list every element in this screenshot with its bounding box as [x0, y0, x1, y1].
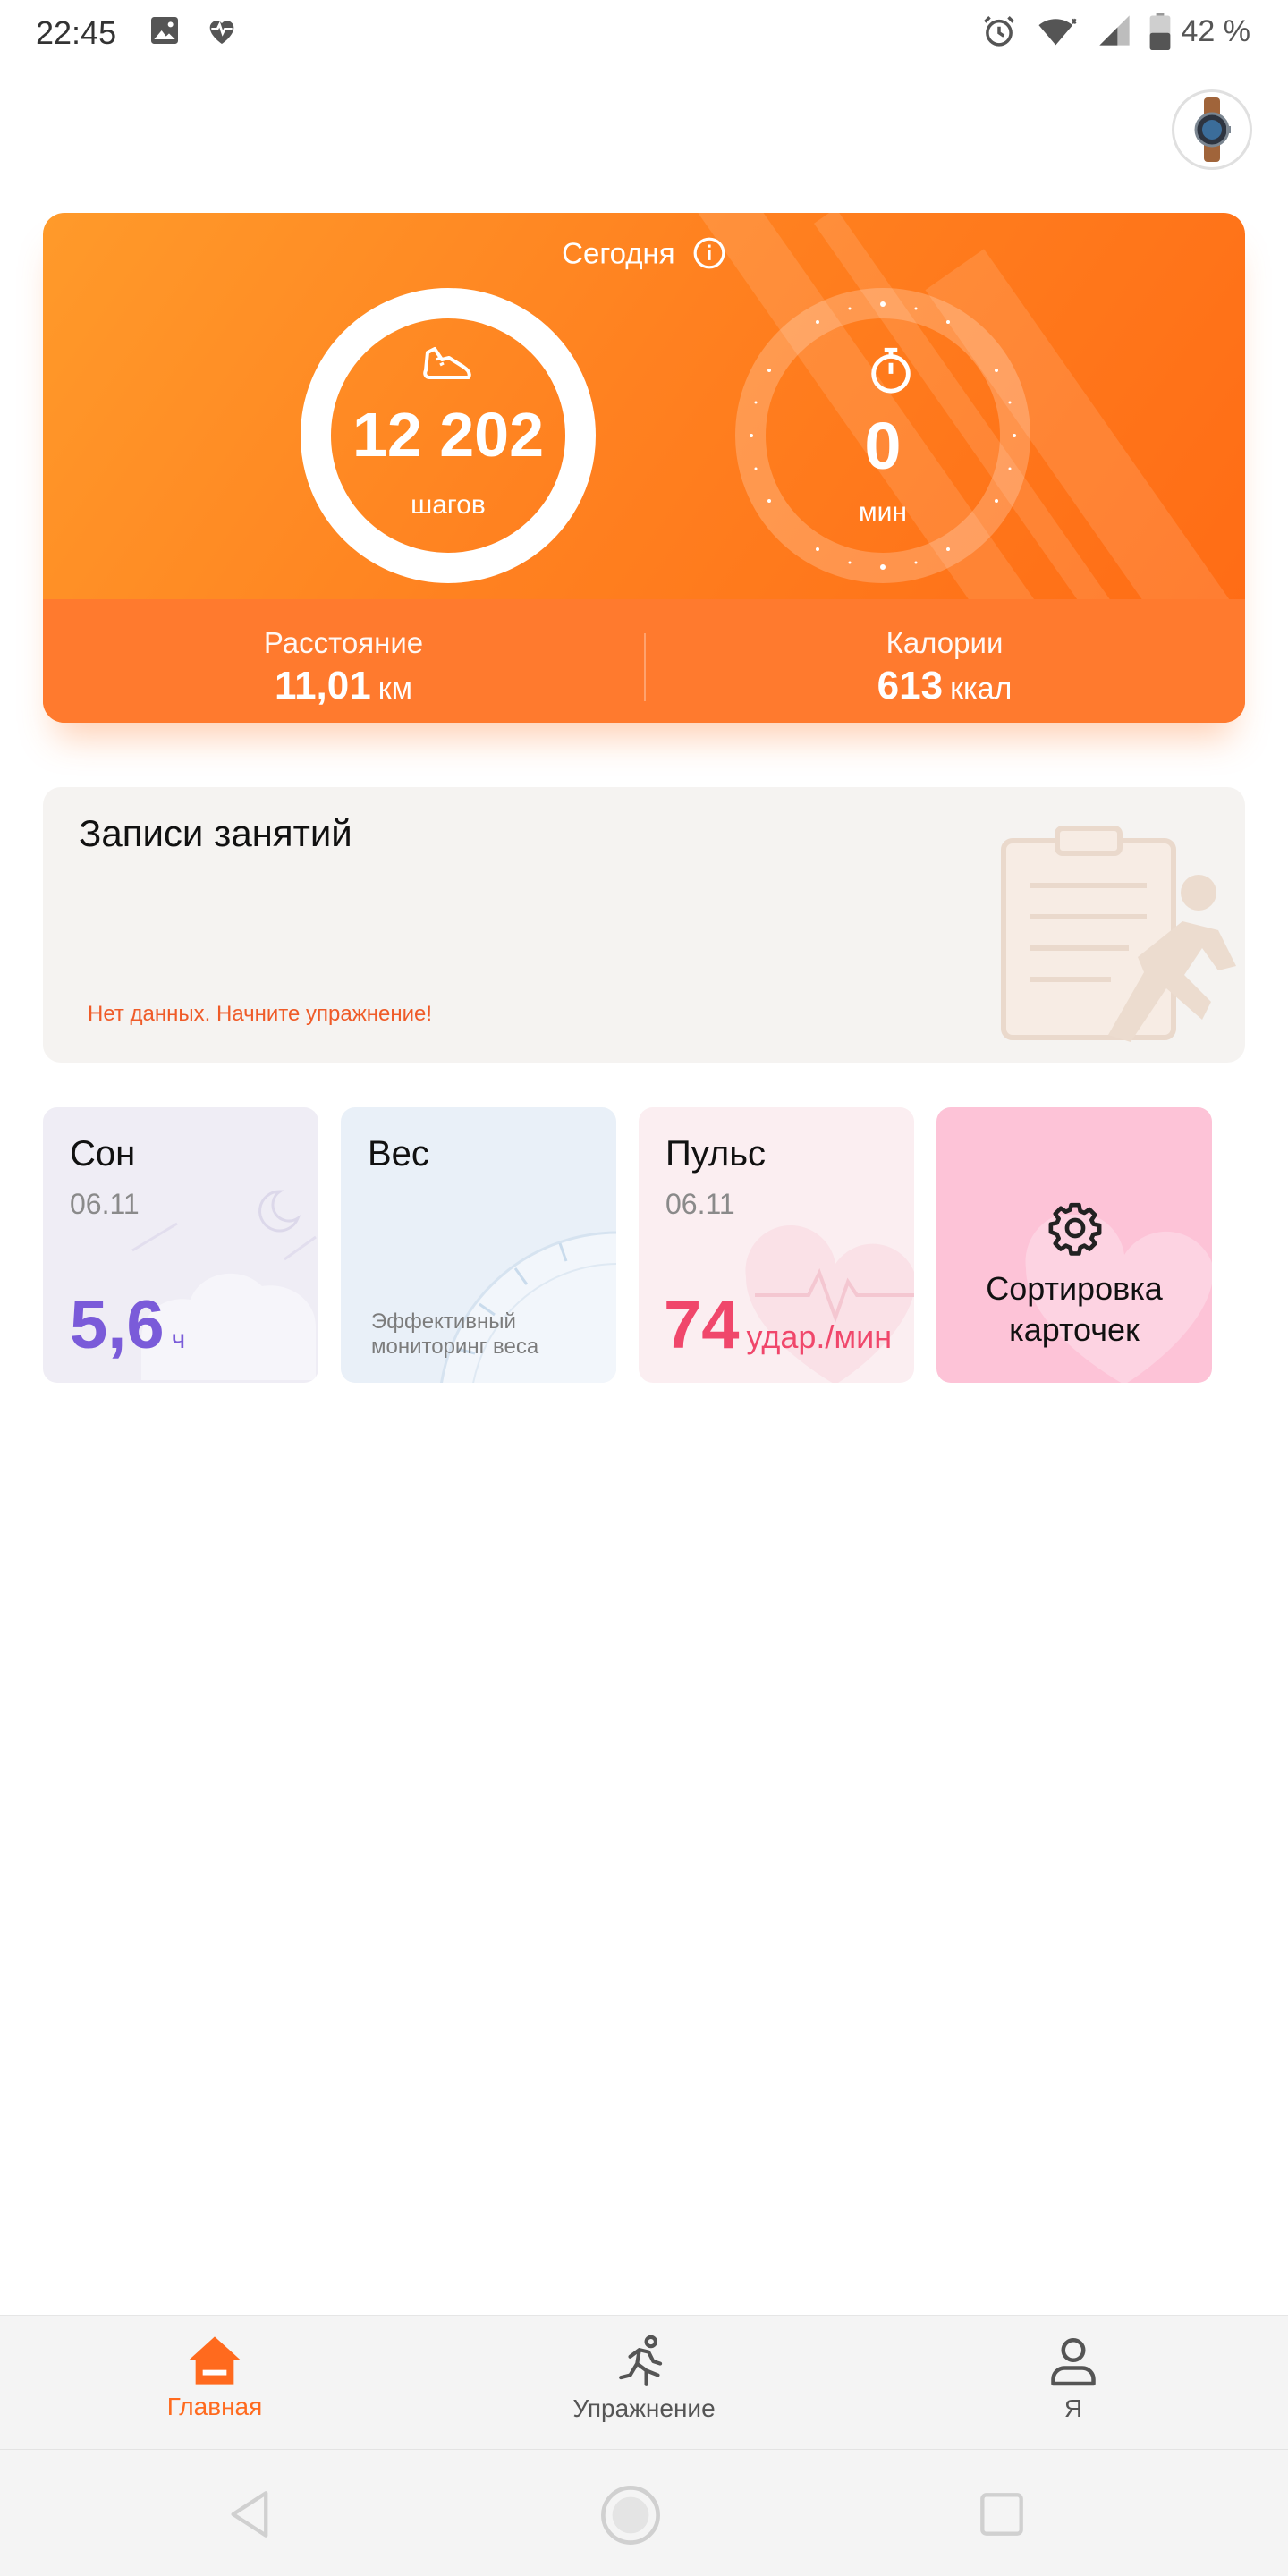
active-minutes-unit: мин — [859, 497, 907, 527]
pulse-unit: удар./мин — [746, 1318, 893, 1355]
stopwatch-icon — [871, 347, 911, 394]
wifi-icon — [1036, 13, 1079, 55]
home-icon — [188, 2336, 242, 2385]
distance-label: Расстояние — [263, 626, 424, 659]
back-icon[interactable] — [227, 2489, 274, 2539]
exercise-records-card[interactable]: Записи занятий Нет данных. Начните упраж… — [43, 787, 1245, 1063]
today-title-label: Сегодня — [562, 236, 675, 270]
nav-item-exercise[interactable]: Упражнение — [510, 2334, 778, 2423]
profile-icon — [1051, 2338, 1096, 2386]
alarm-icon — [980, 13, 1018, 55]
records-title: Записи занятий — [79, 812, 352, 854]
calories-value: 613 — [877, 664, 944, 708]
sort-label-line2: карточек — [1009, 1311, 1140, 1348]
today-summary-bar: Расстояние 11,01 км Калории 613 ккал — [43, 599, 1245, 723]
steps-unit: шагов — [411, 490, 486, 520]
sort-cards-label: Сортировка карточек — [936, 1268, 1212, 1351]
steps-value: 12 202 — [352, 400, 545, 470]
steps-ring[interactable]: 12 202 шагов — [301, 288, 596, 583]
distance-value-row: 11,01 км — [43, 664, 644, 708]
distance-unit: км — [377, 672, 412, 706]
active-minutes-ring[interactable]: 0 мин — [735, 288, 1030, 583]
distance-value: 11,01 — [275, 664, 371, 708]
weight-title: Вес — [368, 1134, 429, 1174]
calories-label: Калории — [886, 626, 1004, 659]
sleep-title: Сон — [70, 1134, 136, 1174]
battery-icon — [1148, 13, 1172, 55]
gear-icon — [1048, 1202, 1102, 1256]
recents-icon[interactable] — [979, 2491, 1025, 2538]
nav-label-me: Я — [1063, 2394, 1083, 2422]
sleep-value: 5,6 — [70, 1287, 165, 1363]
distance-stat: Расстояние 11,01 км — [43, 626, 644, 708]
records-empty-message: Нет данных. Начните упражнение! — [88, 1002, 433, 1026]
sleep-date: 06.11 — [70, 1188, 140, 1220]
sleep-unit: ч — [171, 1325, 186, 1354]
home-circle-icon[interactable] — [599, 2484, 662, 2546]
nav-label-home: Главная — [166, 2393, 263, 2420]
pulse-value-row: 74 удар./мин — [664, 1286, 892, 1364]
clipboard-runner-illustration — [1001, 826, 1236, 1042]
signal-icon — [1097, 13, 1132, 53]
system-navigation-bar — [0, 2449, 1288, 2576]
calories-value-row: 613 ккал — [644, 664, 1245, 708]
watch-icon — [1194, 97, 1231, 162]
nav-label-exercise: Упражнение — [572, 2394, 716, 2422]
weight-tile[interactable]: Вес Эффективный мониторинг веса — [341, 1107, 616, 1383]
status-time: 22:45 — [36, 14, 117, 51]
sort-cards-tile[interactable]: Сортировка карточек — [936, 1107, 1212, 1383]
nav-item-home[interactable]: Главная — [80, 2334, 349, 2421]
pulse-value: 74 — [664, 1287, 740, 1363]
info-icon[interactable] — [692, 236, 726, 270]
calories-unit: ккал — [950, 672, 1013, 706]
today-title: Сегодня — [43, 234, 1245, 270]
pulse-title: Пульс — [665, 1134, 767, 1174]
sort-label-line1: Сортировка — [986, 1270, 1163, 1307]
active-minutes-value: 0 — [864, 409, 902, 483]
pulse-tile[interactable]: Пульс 06.11 74 удар./мин — [639, 1107, 914, 1383]
heart-pulse-icon — [204, 13, 240, 53]
sleep-value-row: 5,6 ч — [70, 1286, 185, 1364]
running-icon — [619, 2334, 663, 2386]
battery-percentage: 42 % — [1181, 14, 1251, 48]
calories-stat: Калории 613 ккал — [644, 626, 1245, 708]
weight-description: Эффективный мониторинг веса — [371, 1309, 539, 1359]
status-bar: 22:45 42 % — [0, 0, 1288, 66]
pulse-date: 06.11 — [665, 1188, 735, 1220]
sleep-tile[interactable]: Сон 06.11 5,6 ч — [43, 1107, 318, 1383]
device-avatar-button[interactable] — [1172, 89, 1252, 170]
nav-item-me[interactable]: Я — [939, 2334, 1208, 2423]
image-icon — [147, 13, 182, 53]
shoe-icon — [423, 347, 471, 379]
bottom-navigation: Главная Упражнение Я — [0, 2315, 1288, 2449]
today-activity-card[interactable]: Сегодня 12 202 шагов 0 мин Расстояние 11… — [43, 213, 1245, 723]
